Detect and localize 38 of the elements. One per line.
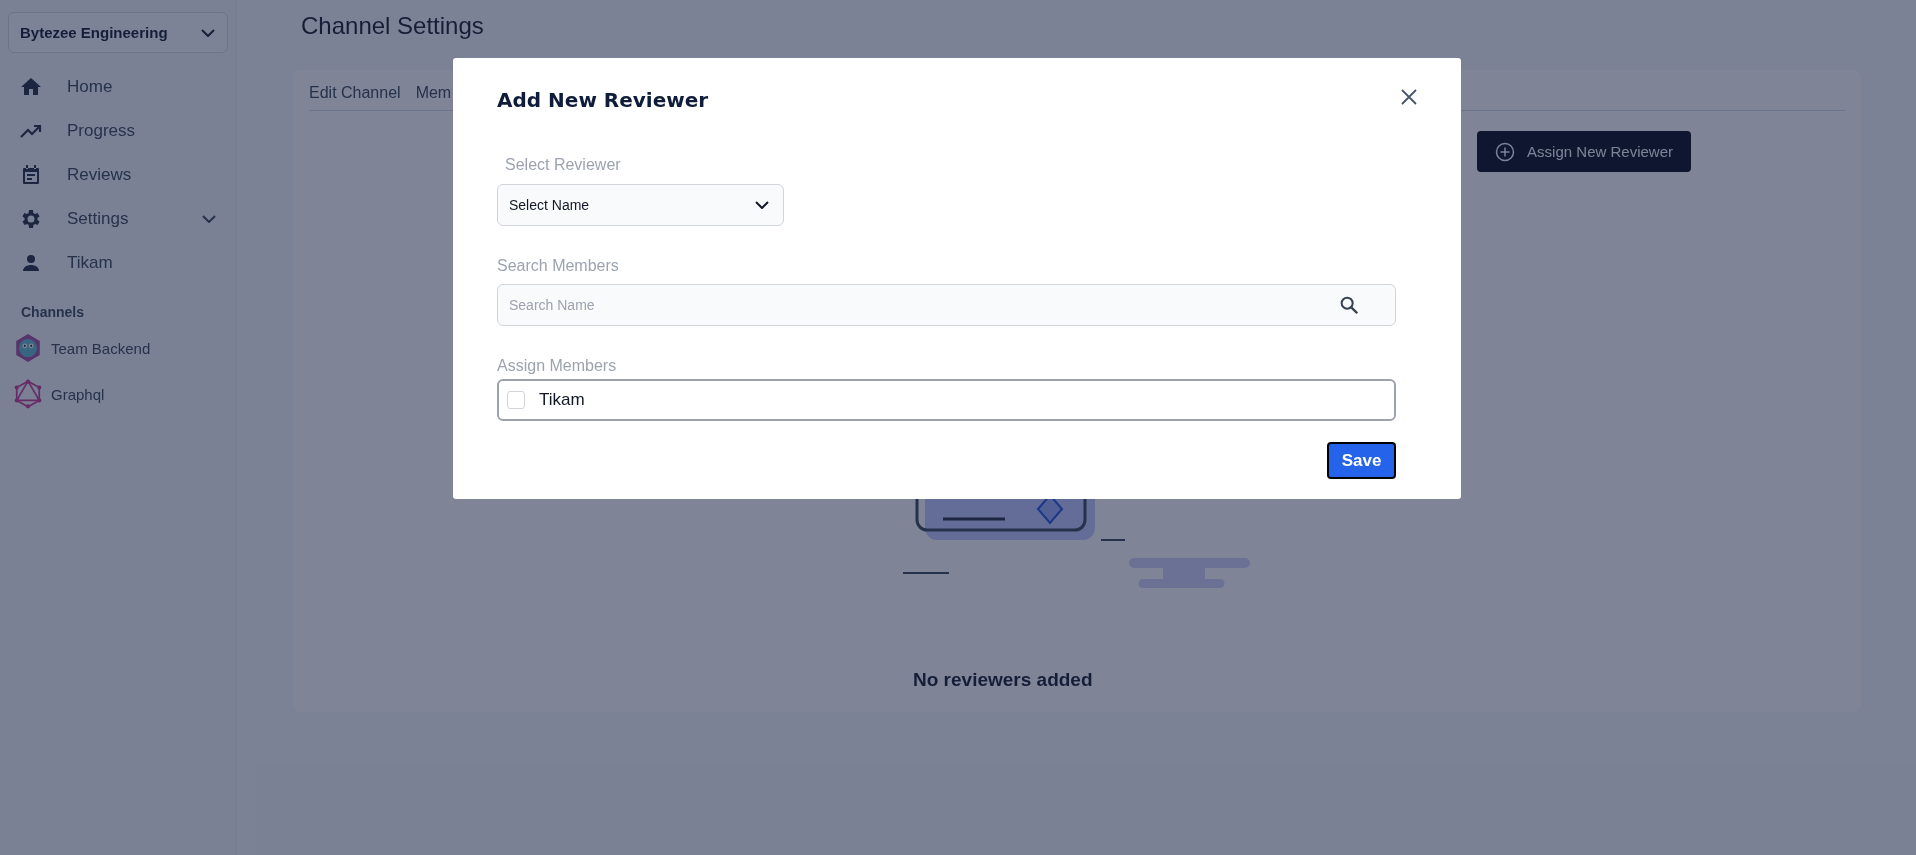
tab[interactable]: Mem xyxy=(415,82,452,104)
member-name: Tikam xyxy=(539,390,585,410)
chevron-down-icon xyxy=(755,201,769,209)
nav-label: Home xyxy=(67,77,114,97)
nav-item[interactable]: Tikam xyxy=(8,241,228,285)
save-button[interactable]: Save xyxy=(1327,442,1396,479)
hexagon-triangle-logo-icon xyxy=(13,379,43,409)
nav-label: Settings xyxy=(67,209,130,229)
field-label: Select Reviewer xyxy=(505,156,622,174)
plus-circle-icon xyxy=(1495,141,1516,162)
chevron-down-icon xyxy=(202,215,216,223)
dialog-title: Add New Reviewer xyxy=(497,88,709,112)
search-field[interactable]: Search Name xyxy=(497,284,1396,326)
channel-item[interactable]: Graphql xyxy=(8,378,228,410)
channel-item[interactable]: Team Backend xyxy=(8,332,228,364)
nav-label: Progress xyxy=(67,121,137,141)
nav-item[interactable]: Reviews xyxy=(8,153,228,197)
nav-item[interactable]: Settings xyxy=(8,197,228,241)
workspace-dropdown[interactable]: Bytezee Engineering xyxy=(8,12,228,53)
checkbox[interactable] xyxy=(507,391,525,409)
nav-item[interactable]: Progress xyxy=(8,109,228,153)
search-icon xyxy=(1338,294,1360,316)
nav-item[interactable]: Home xyxy=(8,65,228,109)
chevron-down-icon xyxy=(201,28,215,37)
assign-reviewer-button[interactable]: Assign New Reviewer xyxy=(1477,131,1691,172)
field-label: Search Members xyxy=(497,257,620,275)
tab[interactable]: Edit Channel xyxy=(309,82,401,104)
mascot-avatar-icon xyxy=(13,333,43,363)
field-label: Assign Members xyxy=(497,357,618,375)
channels-heading: Channels xyxy=(20,304,85,320)
channel-label: Graphql xyxy=(51,385,105,403)
nav-label: Tikam xyxy=(67,253,114,273)
reviewer-select[interactable]: Select Name xyxy=(497,184,784,226)
channel-label: Team Backend xyxy=(51,339,151,357)
nav-label: Reviews xyxy=(67,165,133,185)
close-icon[interactable] xyxy=(1399,87,1419,107)
empty-state-text: No reviewers added xyxy=(913,669,1094,691)
page-title: Channel Settings xyxy=(301,12,485,41)
